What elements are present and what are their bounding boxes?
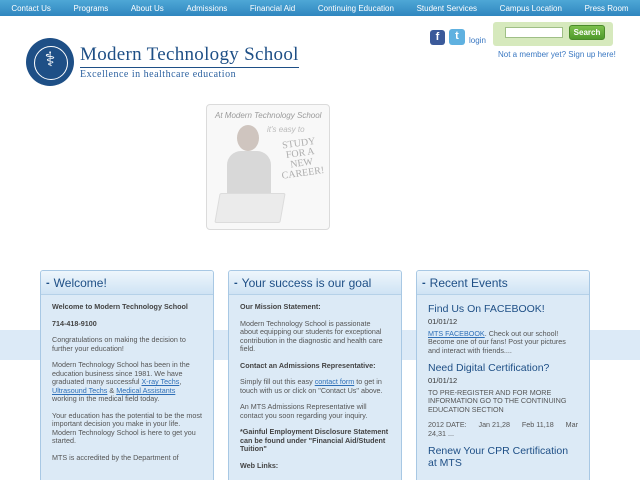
- event-2-text: TO PRE-REGISTER AND FOR MORE INFORMATION…: [428, 387, 567, 414]
- nav-student-services[interactable]: Student Services: [417, 4, 477, 13]
- events-title: Recent Events: [429, 275, 508, 290]
- nav-about-us[interactable]: About Us: [131, 4, 164, 13]
- event-1-date: 01/01/12: [428, 317, 458, 326]
- event-2-title[interactable]: Need Digital Certification?: [428, 362, 578, 374]
- event-3-title[interactable]: Renew Your CPR Certification at MTS: [428, 445, 578, 469]
- phone-number: 714-418-9100: [52, 318, 97, 328]
- event-1-title[interactable]: Find Us On FACEBOOK!: [428, 303, 578, 315]
- logo-text: Modern Technology School Excellence in h…: [80, 43, 299, 80]
- promo-line-1: At Modern Technology School: [215, 111, 322, 120]
- school-tagline: Excellence in healthcare education: [80, 66, 299, 80]
- event-2-date: 01/01/12: [428, 376, 458, 385]
- login-link[interactable]: login: [469, 36, 486, 45]
- signup-link[interactable]: Not a member yet? Sign up here!: [498, 50, 616, 59]
- twitter-icon[interactable]: t: [449, 29, 465, 45]
- success-body: Our Mission Statement: Modern Technology…: [229, 295, 401, 480]
- nav-press-room[interactable]: Press Room: [585, 4, 629, 13]
- welcome-paragraph-1: Congratulations on making the decision t…: [52, 335, 186, 353]
- events-panel: - Recent Events Find Us On FACEBOOK! 01/…: [416, 270, 590, 480]
- nav-contact-us[interactable]: Contact Us: [11, 4, 51, 13]
- event-2-dates: 2012 DATE: Jan 21,28 Feb 11,18 Mar 24,31 ..…: [428, 420, 578, 438]
- events-panel-header: - Recent Events: [417, 271, 589, 295]
- search-box: Search: [493, 22, 613, 46]
- top-nav: Contact Us Programs About Us Admissions …: [0, 0, 640, 16]
- rep-text: An MTS Admissions Representative will co…: [240, 402, 368, 420]
- success-title: Your success is our goal: [241, 275, 372, 290]
- welcome-title: Welcome!: [53, 275, 107, 290]
- disclosure-text: *Gainful Employment Disclosure Statement…: [240, 427, 389, 453]
- contact-label: Contact an Admissions Representative:: [240, 360, 376, 370]
- mission-label: Our Mission Statement:: [240, 302, 321, 311]
- school-name: Modern Technology School: [80, 43, 299, 65]
- welcome-heading: Welcome to Modern Technology School: [52, 302, 188, 311]
- facebook-icon[interactable]: f: [430, 30, 445, 45]
- web-links-label: Web Links:: [240, 460, 279, 470]
- success-panel: - Your success is our goal Our Mission S…: [228, 270, 402, 480]
- caduceus-icon: ⚕: [26, 38, 74, 86]
- collapse-icon[interactable]: -: [422, 277, 426, 289]
- welcome-paragraph-4: MTS is accredited by the Department of: [52, 452, 179, 462]
- nav-continuing-education[interactable]: Continuing Education: [318, 4, 394, 13]
- collapse-icon[interactable]: -: [46, 277, 50, 289]
- welcome-panel: - Welcome! Welcome to Modern Technology …: [40, 270, 214, 480]
- search-button[interactable]: Search: [569, 25, 605, 40]
- nav-admissions[interactable]: Admissions: [186, 4, 227, 13]
- mission-statement: Modern Technology School is passionate a…: [240, 318, 383, 353]
- laptop-image: [214, 193, 286, 223]
- social-links: f t login: [430, 29, 486, 45]
- collapse-icon[interactable]: -: [234, 277, 238, 289]
- events-body: Find Us On FACEBOOK! 01/01/12 MTS FACEBO…: [417, 295, 589, 480]
- nav-financial-aid[interactable]: Financial Aid: [250, 4, 295, 13]
- search-input[interactable]: [505, 27, 563, 38]
- event-1-text: MTS FACEBOOK. Check out our school! Beco…: [428, 328, 566, 355]
- nav-programs[interactable]: Programs: [74, 4, 109, 13]
- welcome-paragraph-3: Your education has the potential to be t…: [52, 410, 202, 445]
- promo-slogan: STUDY FOR A NEW CAREER!: [270, 135, 331, 182]
- nav-campus-location[interactable]: Campus Location: [500, 4, 562, 13]
- contact-text: Simply fill out this easy contact form t…: [240, 377, 383, 395]
- welcome-body: Welcome to Modern Technology School 714-…: [41, 295, 213, 478]
- promo-banner[interactable]: At Modern Technology School it's easy to…: [206, 104, 330, 230]
- welcome-paragraph-2: Modern Technology School has been in the…: [52, 360, 190, 403]
- welcome-panel-header: - Welcome!: [41, 271, 213, 295]
- school-logo[interactable]: ⚕ Modern Technology School Excellence in…: [26, 38, 299, 86]
- success-panel-header: - Your success is our goal: [229, 271, 401, 295]
